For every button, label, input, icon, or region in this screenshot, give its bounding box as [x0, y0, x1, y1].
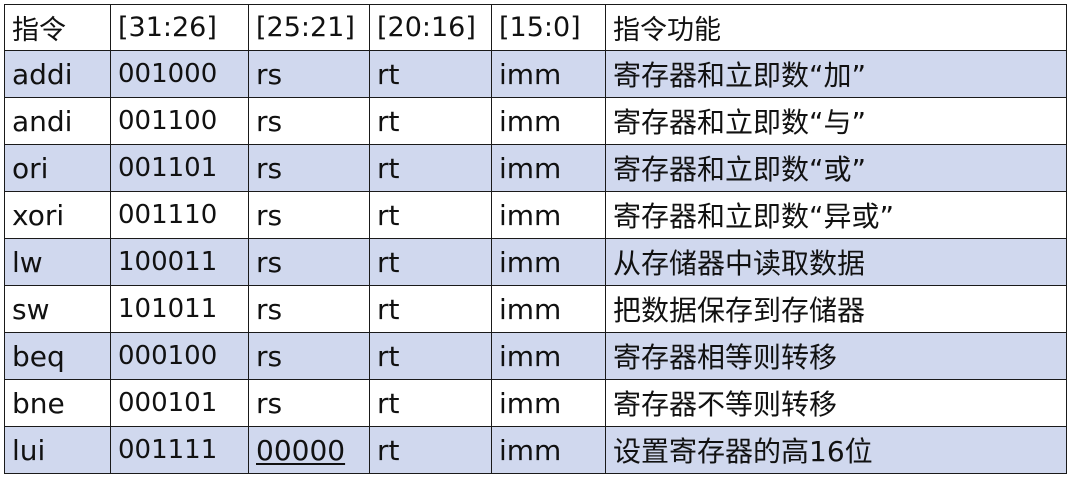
cell-field-rt: rt — [369, 426, 492, 474]
cell-field-imm: imm — [491, 238, 606, 286]
cell-field-rs: rs — [248, 238, 370, 286]
table-row: sw 101011 rs rt imm 把数据保存到存储器 — [4, 285, 1067, 333]
cell-field-zero-underlined: 00000 — [256, 433, 346, 467]
cell-opcode: 001101 — [110, 144, 249, 192]
cell-field-rs: rs — [248, 144, 370, 192]
cell-opcode: 101011 — [110, 285, 249, 333]
cell-description: 寄存器和立即数“加” — [605, 50, 1067, 98]
cell-instruction: sw — [4, 285, 111, 333]
cell-opcode: 100011 — [110, 238, 249, 286]
cell-instruction: beq — [4, 332, 111, 380]
cell-instruction: ori — [4, 144, 111, 192]
cell-instruction: xori — [4, 191, 111, 239]
table-row: addi 001000 rs rt imm 寄存器和立即数“加” — [4, 50, 1067, 98]
cell-opcode: 000101 — [110, 379, 249, 427]
cell-field-rs: rs — [248, 285, 370, 333]
cell-description: 设置寄存器的高16位 — [605, 426, 1067, 474]
header-bits-25-21: [25:21] — [248, 4, 370, 51]
cell-field-imm: imm — [491, 379, 606, 427]
cell-field-rt: rt — [369, 332, 492, 380]
table-header-row: 指令 [31:26] [25:21] [20:16] [15:0] 指令功能 — [4, 4, 1067, 51]
cell-field-rt: rt — [369, 238, 492, 286]
cell-description: 寄存器和立即数“或” — [605, 144, 1067, 192]
cell-field-imm: imm — [491, 332, 606, 380]
table-row: xori 001110 rs rt imm 寄存器和立即数“异或” — [4, 191, 1067, 239]
cell-opcode: 001100 — [110, 97, 249, 145]
cell-field-rt: rt — [369, 50, 492, 98]
cell-instruction: addi — [4, 50, 111, 98]
header-bits-15-0: [15:0] — [491, 4, 606, 51]
cell-opcode: 001000 — [110, 50, 249, 98]
table-body: addi 001000 rs rt imm 寄存器和立即数“加” andi 00… — [4, 50, 1067, 474]
table-row: bne 000101 rs rt imm 寄存器不等则转移 — [4, 379, 1067, 427]
table-row: beq 000100 rs rt imm 寄存器相等则转移 — [4, 332, 1067, 380]
cell-field-rs: rs — [248, 97, 370, 145]
cell-field-imm: imm — [491, 97, 606, 145]
instruction-format-table: 指令 [31:26] [25:21] [20:16] [15:0] 指令功能 a… — [4, 4, 1067, 474]
table-row: lui 001111 00000 rt imm 设置寄存器的高16位 — [4, 426, 1067, 474]
cell-field-imm: imm — [491, 50, 606, 98]
cell-field-rt: rt — [369, 144, 492, 192]
cell-field-imm: imm — [491, 144, 606, 192]
cell-instruction: lui — [4, 426, 111, 474]
header-bits-20-16: [20:16] — [369, 4, 492, 51]
cell-instruction: andi — [4, 97, 111, 145]
header-bits-31-26: [31:26] — [110, 4, 249, 51]
cell-field-rt: rt — [369, 191, 492, 239]
cell-field-rs: 00000 — [248, 426, 370, 474]
cell-opcode: 001111 — [110, 426, 249, 474]
cell-description: 寄存器相等则转移 — [605, 332, 1067, 380]
table-row: andi 001100 rs rt imm 寄存器和立即数“与” — [4, 97, 1067, 145]
header-function: 指令功能 — [605, 4, 1067, 51]
cell-description: 寄存器不等则转移 — [605, 379, 1067, 427]
cell-description: 寄存器和立即数“与” — [605, 97, 1067, 145]
cell-field-rt: rt — [369, 379, 492, 427]
cell-field-rt: rt — [369, 285, 492, 333]
cell-opcode: 000100 — [110, 332, 249, 380]
cell-description: 寄存器和立即数“异或” — [605, 191, 1067, 239]
cell-field-rs: rs — [248, 379, 370, 427]
cell-field-rs: rs — [248, 191, 370, 239]
cell-instruction: bne — [4, 379, 111, 427]
cell-field-imm: imm — [491, 191, 606, 239]
cell-opcode: 001110 — [110, 191, 249, 239]
table-row: lw 100011 rs rt imm 从存储器中读取数据 — [4, 238, 1067, 286]
cell-instruction: lw — [4, 238, 111, 286]
cell-field-imm: imm — [491, 426, 606, 474]
cell-field-imm: imm — [491, 285, 606, 333]
instruction-table-container: 指令 [31:26] [25:21] [20:16] [15:0] 指令功能 a… — [4, 4, 1067, 474]
cell-description: 从存储器中读取数据 — [605, 238, 1067, 286]
table-row: ori 001101 rs rt imm 寄存器和立即数“或” — [4, 144, 1067, 192]
cell-description: 把数据保存到存储器 — [605, 285, 1067, 333]
cell-field-rs: rs — [248, 50, 370, 98]
header-instruction: 指令 — [4, 4, 111, 51]
cell-field-rt: rt — [369, 97, 492, 145]
cell-field-rs: rs — [248, 332, 370, 380]
